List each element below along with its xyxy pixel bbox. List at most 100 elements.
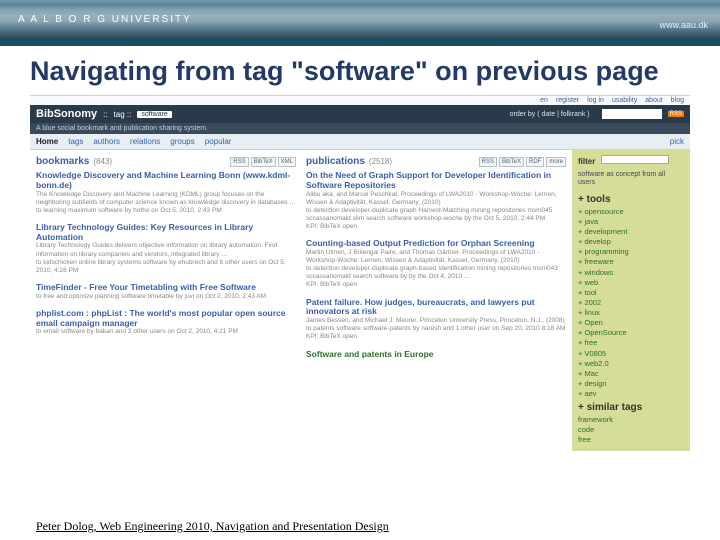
- item-title[interactable]: Knowledge Discovery and Machine Learning…: [36, 171, 296, 191]
- filter-label: filter: [578, 157, 595, 166]
- tag-link[interactable]: + java: [578, 217, 684, 227]
- aau-logo: A A L B O R G UNIVERSITY: [18, 14, 192, 25]
- tag-link[interactable]: + Open: [578, 318, 684, 328]
- tag-link[interactable]: framework: [578, 415, 684, 425]
- tag-link[interactable]: + free: [578, 338, 684, 348]
- list-item: Software and patents in Europe: [306, 350, 566, 360]
- register-link[interactable]: register: [556, 97, 579, 104]
- chip-xml[interactable]: XML: [278, 157, 296, 167]
- publications-column: publications (2518) RSS BibTeX RDF more …: [306, 156, 566, 451]
- tag-link[interactable]: free: [578, 435, 684, 445]
- item-sub: Martin Ulmen, J Brilengal Paire, and Tho…: [306, 249, 566, 265]
- lang-link[interactable]: en: [540, 97, 548, 104]
- nav-relations[interactable]: relations: [130, 137, 160, 146]
- item-sub: The Knowledge Discovery and Machine Lear…: [36, 191, 296, 207]
- bookmarks-title: bookmarks: [36, 156, 89, 167]
- top-links: en register log in usability about blog: [30, 96, 690, 105]
- nav-groups[interactable]: groups: [170, 137, 194, 146]
- app-nav: Home tags authors relations groups popul…: [30, 134, 690, 150]
- app-subheader: A blue social bookmark and publication s…: [30, 123, 690, 134]
- tools-tags: + opensource+ java+ development+ develop…: [578, 207, 684, 399]
- university-banner: A A L B O R G UNIVERSITY www.aau.dk: [0, 0, 720, 46]
- chip-rdf[interactable]: RDF: [526, 157, 544, 167]
- item-meta: to kidschicken online library systems so…: [36, 259, 296, 275]
- item-meta2: KPI: BibTeX open: [306, 333, 566, 341]
- bookmarks-count: (843): [93, 157, 112, 166]
- list-item: Knowledge Discovery and Machine Learning…: [36, 171, 296, 215]
- list-item: On the Need of Graph Support for Develop…: [306, 171, 566, 231]
- blog-link[interactable]: blog: [671, 97, 684, 104]
- list-item: Patent failure. How judges, bureaucrats,…: [306, 298, 566, 342]
- tag-link[interactable]: + development: [578, 227, 684, 237]
- nav-home[interactable]: Home: [36, 137, 58, 146]
- tag-link[interactable]: + design: [578, 379, 684, 389]
- tag-link[interactable]: + freeware: [578, 257, 684, 267]
- slide-title: Navigating from tag "software" on previo…: [30, 56, 690, 87]
- publications-title: publications: [306, 156, 365, 167]
- tag-link[interactable]: + web: [578, 278, 684, 288]
- tag-link[interactable]: + opensource: [578, 207, 684, 217]
- item-title[interactable]: Library Technology Guides: Key Resources…: [36, 223, 296, 243]
- item-sub: to email software by bakan and 3 other u…: [36, 328, 296, 336]
- chip-bibtex[interactable]: BibTeX: [499, 157, 524, 167]
- chip-rss[interactable]: RSS: [230, 157, 248, 167]
- filter-input[interactable]: [601, 155, 669, 164]
- sidebar: filter software as concept from all user…: [572, 150, 690, 451]
- banner-url: www.aau.dk: [659, 20, 708, 30]
- item-sub: Library Technology Guides delivers objec…: [36, 242, 296, 258]
- item-meta: to detection developer-duplicate graph-b…: [306, 265, 566, 281]
- bookmarks-column: bookmarks (843) RSS BibTeX XML Knowledge…: [36, 156, 296, 451]
- nav-pick[interactable]: pick: [670, 137, 684, 146]
- breadcrumb-sep: ::: [103, 110, 107, 119]
- item-title[interactable]: On the Need of Graph Support for Develop…: [306, 171, 566, 191]
- search-input[interactable]: [602, 109, 662, 119]
- chip-bibtex[interactable]: BibTeX: [251, 157, 276, 167]
- tag-link[interactable]: + OpenSource: [578, 328, 684, 338]
- tag-link[interactable]: + aev: [578, 389, 684, 399]
- order-by[interactable]: order by ( date | folkrank ): [510, 111, 590, 118]
- tag-link[interactable]: code: [578, 425, 684, 435]
- item-sub: James Bessen, and Michael J. Meurer. Pri…: [306, 317, 566, 325]
- item-title[interactable]: Counting-based Output Prediction for Orp…: [306, 239, 566, 249]
- site-name[interactable]: BibSonomy: [36, 108, 97, 120]
- footer-citation: Peter Dolog, Web Engineering 2010, Navig…: [36, 519, 389, 534]
- list-item: TimeFinder - Free Your Timetabling with …: [36, 283, 296, 301]
- nav-tags[interactable]: tags: [68, 137, 83, 146]
- item-title[interactable]: Software and patents in Europe: [306, 350, 566, 360]
- about-link[interactable]: about: [645, 97, 663, 104]
- item-sub: to free and optimize planning software t…: [36, 293, 296, 301]
- app-header: BibSonomy :: tag :: software order by ( …: [30, 105, 690, 123]
- nav-popular[interactable]: popular: [205, 137, 232, 146]
- tag-link[interactable]: + linux: [578, 308, 684, 318]
- item-title[interactable]: Patent failure. How judges, bureaucrats,…: [306, 298, 566, 318]
- similar-heading: + similar tags: [578, 402, 684, 413]
- chip-more[interactable]: more: [546, 157, 566, 167]
- item-meta2: KPI: BibTeX open: [306, 223, 566, 231]
- chip-rss[interactable]: RSS: [479, 157, 497, 167]
- section-label: tag ::: [114, 110, 132, 119]
- tag-link[interactable]: + develop: [578, 237, 684, 247]
- tag-badge[interactable]: software: [137, 111, 171, 118]
- list-item: phplist.com : phpList : The world's most…: [36, 309, 296, 337]
- item-sub: Alibu aka, and Marcel Peschkat. Proceedi…: [306, 191, 566, 207]
- tag-link[interactable]: + programming: [578, 247, 684, 257]
- item-title[interactable]: TimeFinder - Free Your Timetabling with …: [36, 283, 296, 293]
- app-main: bookmarks (843) RSS BibTeX XML Knowledge…: [30, 150, 690, 451]
- usability-link[interactable]: usability: [612, 97, 637, 104]
- tag-link[interactable]: + Mac: [578, 369, 684, 379]
- rss-icon[interactable]: RSS: [668, 111, 684, 117]
- item-meta: to learning maximum software by hotho on…: [36, 207, 296, 215]
- list-item: Library Technology Guides: Key Resources…: [36, 223, 296, 275]
- item-meta: to detection developer-duplicate graph H…: [306, 207, 566, 223]
- item-meta2: KPI: BibTeX open: [306, 281, 566, 289]
- tag-link[interactable]: + 2002: [578, 298, 684, 308]
- login-link[interactable]: log in: [587, 97, 604, 104]
- nav-authors[interactable]: authors: [93, 137, 120, 146]
- list-item: Counting-based Output Prediction for Orp…: [306, 239, 566, 289]
- tag-link[interactable]: + windows: [578, 268, 684, 278]
- tag-link[interactable]: + tool: [578, 288, 684, 298]
- item-title[interactable]: phplist.com : phpList : The world's most…: [36, 309, 296, 329]
- tag-link[interactable]: + web2.0: [578, 359, 684, 369]
- tag-link[interactable]: + V0805: [578, 349, 684, 359]
- tools-heading: + tools: [578, 194, 684, 205]
